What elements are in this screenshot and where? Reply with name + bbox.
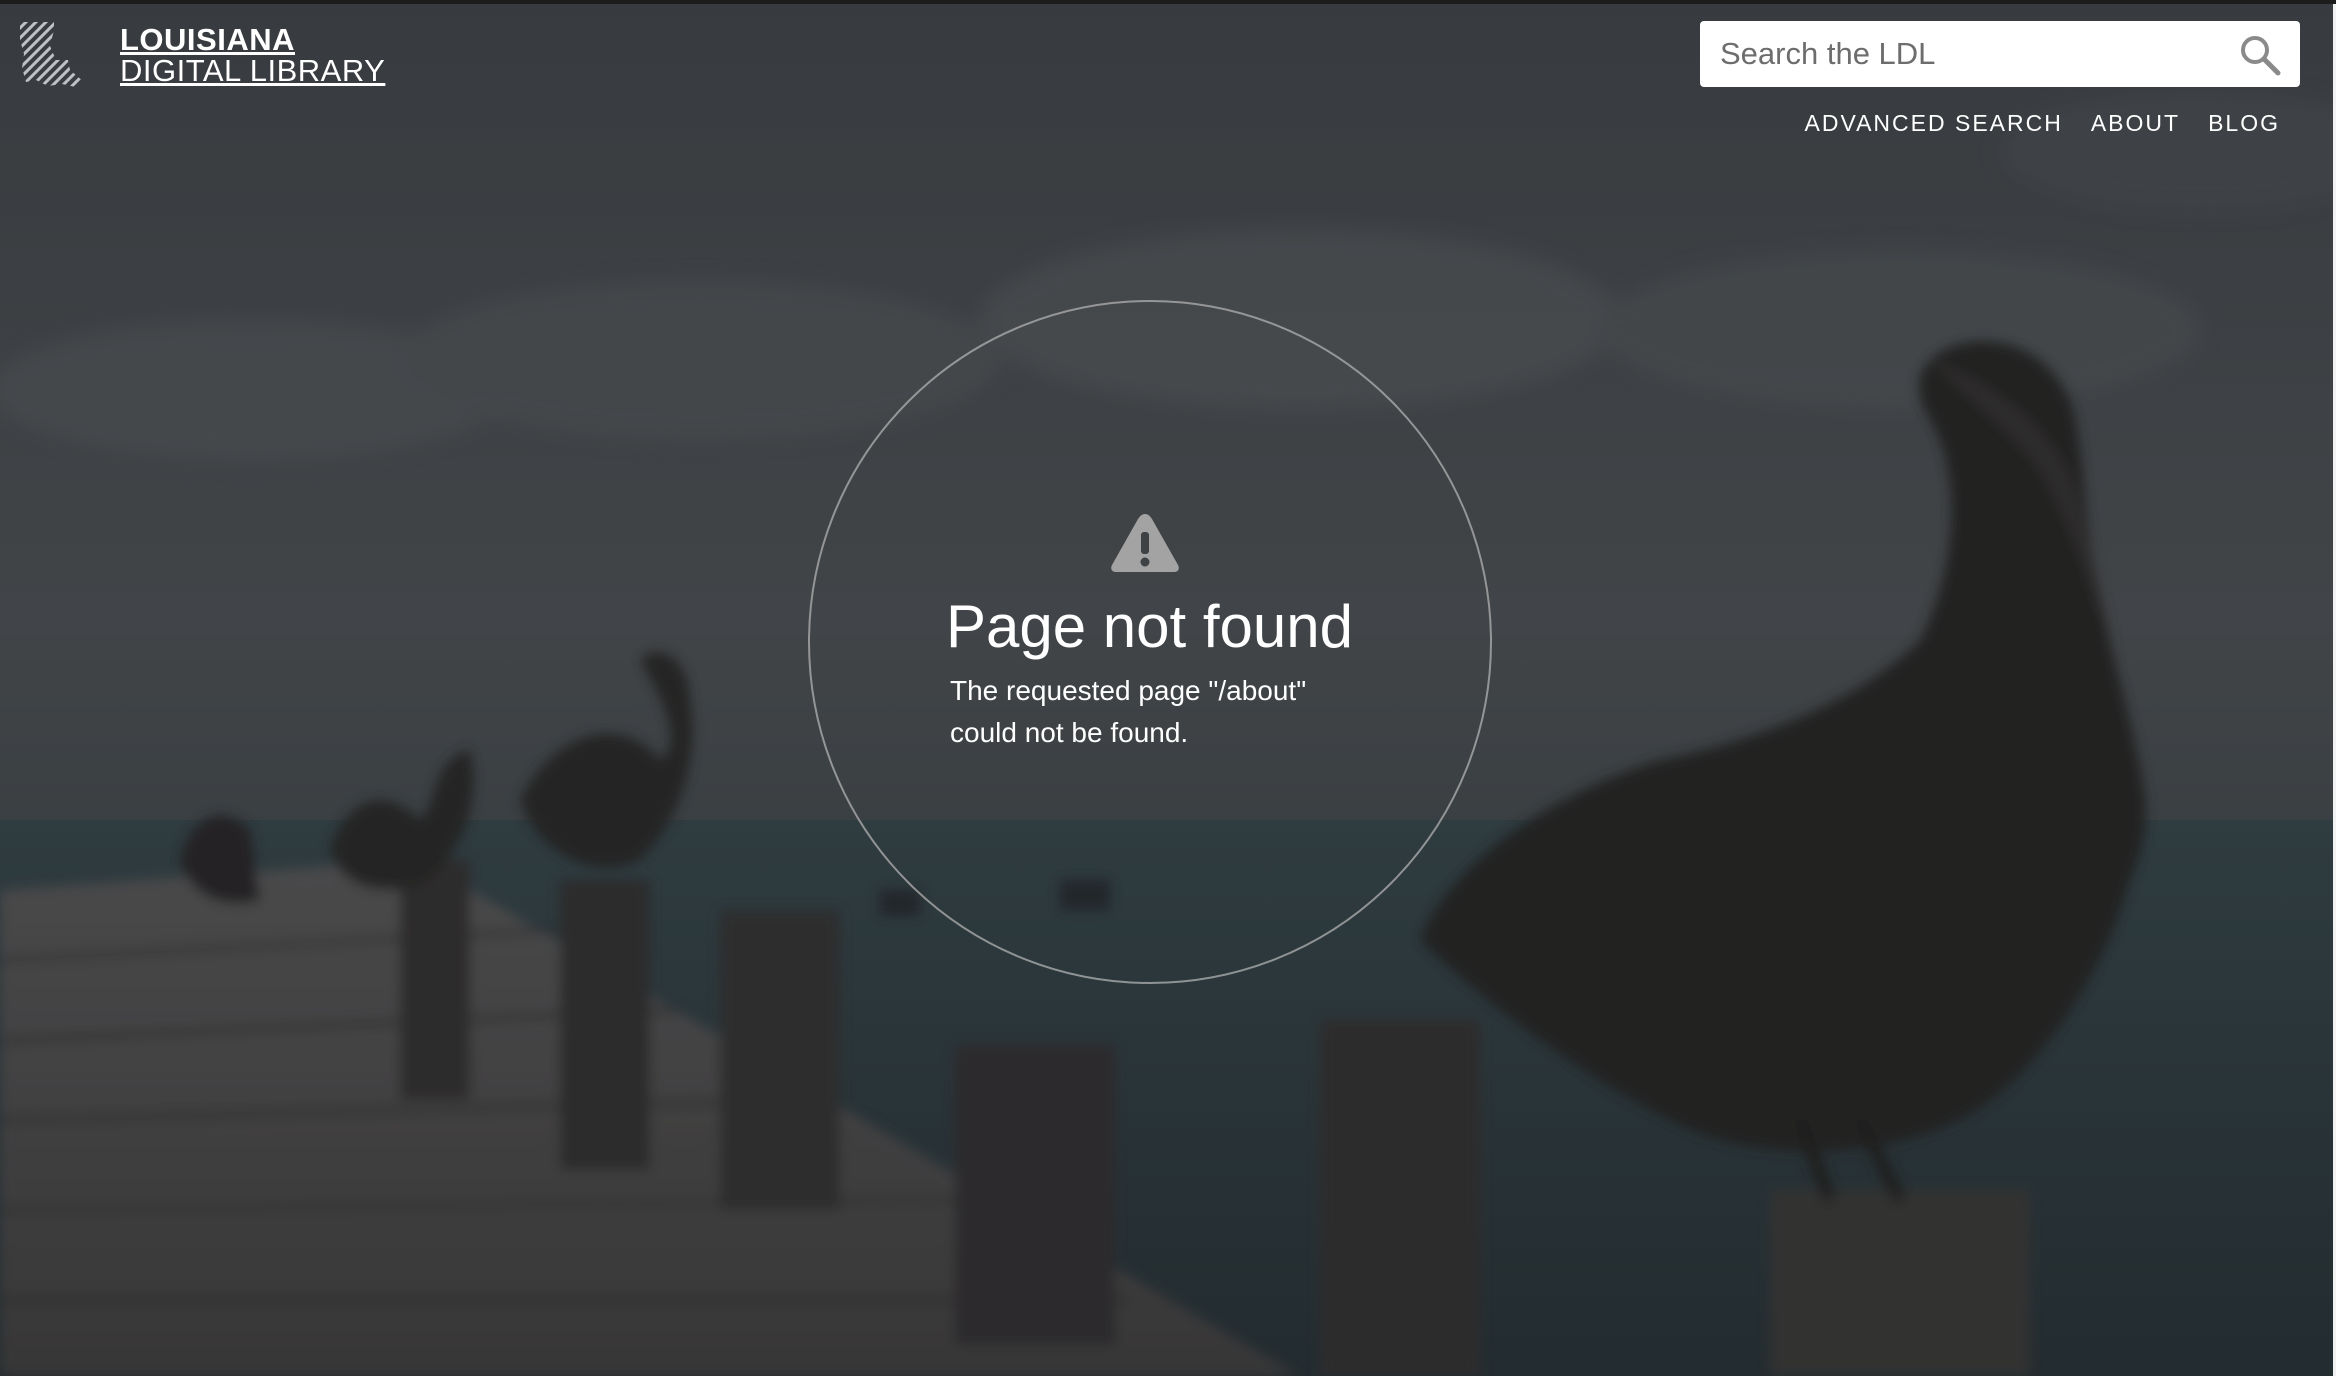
site-name-line2: DIGITAL LIBRARY	[120, 53, 386, 88]
warning-icon	[1111, 514, 1179, 572]
site-logo-link[interactable]: LOUISIANA DIGITAL LIBRARY	[18, 20, 385, 88]
error-message: The requested page "/about" could not be…	[950, 675, 1307, 748]
nav-advanced-search[interactable]: ADVANCED SEARCH	[1805, 110, 2063, 137]
error-title: Page not found	[946, 593, 1354, 660]
site-name: LOUISIANA DIGITAL LIBRARY	[120, 24, 385, 86]
nav-blog[interactable]: BLOG	[2208, 110, 2280, 137]
louisiana-state-icon	[20, 22, 84, 88]
search-button[interactable]	[2238, 33, 2282, 77]
top-nav: ADVANCED SEARCH ABOUT BLOG	[1805, 110, 2281, 137]
search-icon	[2241, 36, 2281, 76]
site-name-line1: LOUISIANA	[120, 22, 295, 57]
nav-about[interactable]: ABOUT	[2091, 110, 2180, 137]
search-input[interactable]	[1700, 21, 2220, 87]
search-form	[1700, 21, 2300, 87]
top-border	[0, 0, 2336, 4]
